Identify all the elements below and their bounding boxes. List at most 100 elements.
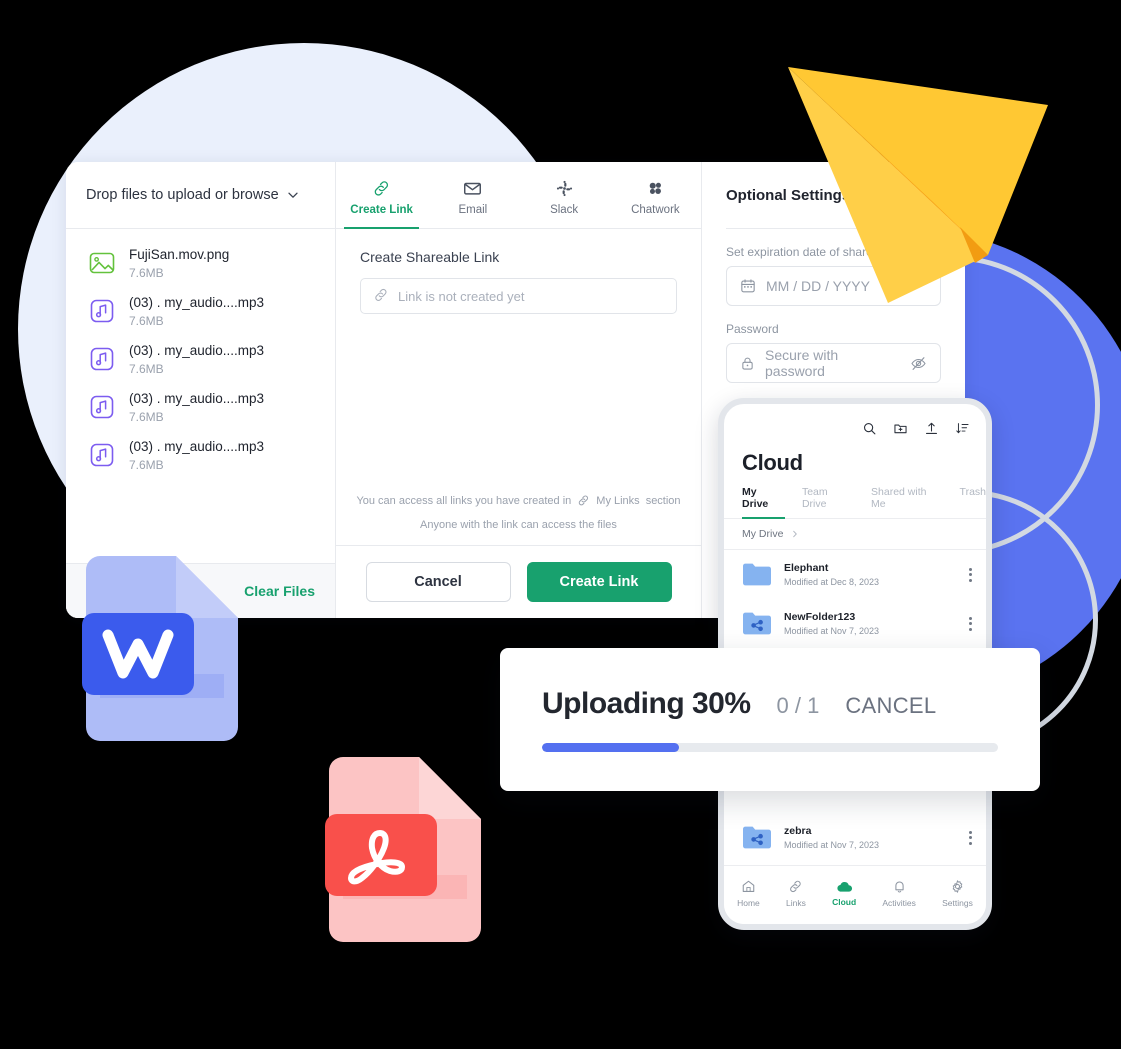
- word-document-icon: [82, 556, 242, 741]
- cloud-icon: [836, 880, 853, 893]
- drop-files-label: Drop files to upload or browse: [86, 187, 279, 203]
- new-folder-icon[interactable]: [893, 421, 908, 436]
- slack-icon: [555, 179, 574, 199]
- nav-item-links[interactable]: Links: [786, 879, 806, 908]
- link-icon: [373, 287, 389, 306]
- row-name: zebra: [784, 825, 812, 837]
- envelope-icon: [463, 179, 482, 199]
- tab-email[interactable]: Email: [427, 162, 518, 228]
- breadcrumb-item[interactable]: My Drive: [742, 528, 783, 540]
- link-icon: [577, 494, 590, 507]
- mobile-tab-my-drive[interactable]: My Drive: [742, 486, 785, 519]
- nav-item-settings[interactable]: Settings: [942, 879, 973, 908]
- password-field[interactable]: Secure with password: [726, 343, 941, 383]
- folder-icon: [742, 562, 772, 587]
- uploading-toast-header: Uploading 30% 0 / 1 CANCEL: [542, 687, 998, 721]
- file-name: (03) . my_audio....mp3: [129, 343, 265, 358]
- sort-icon[interactable]: [955, 421, 970, 436]
- my-links-link[interactable]: My Links: [596, 495, 639, 507]
- tab-create-link[interactable]: Create Link: [336, 162, 427, 229]
- cancel-button[interactable]: Cancel: [365, 562, 511, 602]
- shareable-link-field[interactable]: Link is not created yet: [360, 278, 677, 314]
- mobile-tab-trash[interactable]: Trash: [960, 486, 986, 518]
- clear-files-button[interactable]: Clear Files: [244, 583, 315, 599]
- tab-label: Create Link: [350, 203, 413, 216]
- audio-file-icon: [88, 393, 116, 421]
- file-info: (03) . my_audio....mp3 7.6MB: [129, 438, 264, 472]
- mobile-tab-team-drive[interactable]: Team Drive: [802, 486, 854, 518]
- file-info: (03) . my_audio....mp3 7.6MB: [129, 390, 264, 424]
- nav-item-cloud[interactable]: Cloud: [832, 880, 856, 907]
- file-name: (03) . my_audio....mp3: [129, 295, 265, 310]
- file-size: 7.6MB: [129, 458, 164, 472]
- table-row[interactable]: zebra Modified at Nov 7, 2023: [724, 813, 986, 862]
- link-icon: [788, 879, 803, 894]
- file-size: 7.6MB: [129, 314, 164, 328]
- more-options-icon[interactable]: [969, 567, 972, 582]
- shared-folder-icon: [742, 611, 772, 636]
- link-icon: [372, 179, 391, 199]
- row-name: Elephant: [784, 562, 829, 574]
- mobile-tabs: My Drive Team Drive Shared with Me Trash: [724, 486, 986, 519]
- list-item[interactable]: FujiSan.mov.png 7.6MB: [66, 239, 335, 287]
- paper-plane-illustration: [770, 55, 1070, 340]
- nav-label: Home: [737, 897, 760, 908]
- nav-label: Activities: [882, 897, 916, 908]
- mobile-bottom-nav: Home Links Cloud Activities Settings: [724, 865, 986, 924]
- list-item[interactable]: (03) . my_audio....mp3 7.6MB: [66, 287, 335, 335]
- drop-files-header[interactable]: Drop files to upload or browse: [66, 162, 335, 229]
- bell-icon: [892, 879, 907, 894]
- share-hints: You can access all links you have create…: [336, 494, 701, 546]
- table-row[interactable]: Elephant Modified at Dec 8, 2023: [724, 550, 986, 599]
- tab-label: Slack: [550, 203, 579, 216]
- upload-progress-track: [542, 743, 998, 752]
- eye-off-icon[interactable]: [910, 355, 927, 372]
- uploading-count: 0 / 1: [776, 693, 820, 718]
- list-item[interactable]: (03) . my_audio....mp3 7.6MB: [66, 335, 335, 383]
- file-info: (03) . my_audio....mp3 7.6MB: [129, 294, 264, 328]
- row-name: NewFolder123: [784, 611, 856, 623]
- share-tabs: Create Link Email Slack Chatwork: [336, 162, 701, 229]
- search-icon[interactable]: [862, 421, 877, 436]
- file-name: (03) . my_audio....mp3: [129, 439, 265, 454]
- nav-item-home[interactable]: Home: [737, 879, 760, 908]
- upload-files-pane: Drop files to upload or browse FujiSan.m…: [66, 162, 336, 618]
- file-info: FujiSan.mov.png 7.6MB: [129, 246, 229, 280]
- upload-progress-fill: [542, 743, 679, 752]
- hint-suffix: section: [645, 494, 681, 507]
- calendar-icon: [740, 278, 756, 294]
- file-size: 7.6MB: [129, 410, 164, 424]
- more-options-icon[interactable]: [969, 830, 972, 845]
- file-list: FujiSan.mov.png 7.6MB (03) . my_audio...…: [66, 229, 335, 563]
- audio-file-icon: [88, 345, 116, 373]
- create-link-button[interactable]: Create Link: [526, 562, 672, 602]
- gear-icon: [950, 879, 965, 894]
- file-name: FujiSan.mov.png: [129, 247, 230, 262]
- create-shareable-link-title: Create Shareable Link: [360, 249, 500, 265]
- table-row[interactable]: NewFolder123 Modified at Nov 7, 2023: [724, 599, 986, 648]
- mobile-app-title: Cloud: [742, 450, 803, 475]
- uploading-cancel-button[interactable]: CANCEL: [845, 693, 936, 719]
- list-item[interactable]: (03) . my_audio....mp3 7.6MB: [66, 431, 335, 479]
- access-hint: Anyone with the link can access the file…: [420, 519, 617, 531]
- row-info: NewFolder123 Modified at Nov 7, 2023: [784, 611, 879, 636]
- tab-label: Email: [458, 203, 488, 216]
- row-modified: Modified at Nov 7, 2023: [784, 626, 880, 636]
- tab-slack[interactable]: Slack: [519, 162, 610, 228]
- tab-label: Chatwork: [631, 203, 680, 216]
- mobile-tab-shared-with-me[interactable]: Shared with Me: [871, 486, 943, 518]
- mobile-toolbar: [724, 404, 986, 444]
- more-options-icon[interactable]: [969, 616, 972, 631]
- tab-chatwork[interactable]: Chatwork: [610, 162, 701, 228]
- upload-icon[interactable]: [924, 421, 939, 436]
- uploading-toast: Uploading 30% 0 / 1 CANCEL: [500, 648, 1040, 791]
- lock-icon: [740, 356, 755, 371]
- shared-folder-icon: [742, 825, 772, 850]
- image-file-icon: [88, 249, 116, 277]
- audio-file-icon: [88, 441, 116, 469]
- chatwork-icon: [646, 179, 665, 199]
- list-item[interactable]: (03) . my_audio....mp3 7.6MB: [66, 383, 335, 431]
- row-info: zebra Modified at Nov 7, 2023: [784, 825, 879, 850]
- nav-label: Links: [786, 897, 806, 908]
- nav-item-activities[interactable]: Activities: [882, 879, 916, 908]
